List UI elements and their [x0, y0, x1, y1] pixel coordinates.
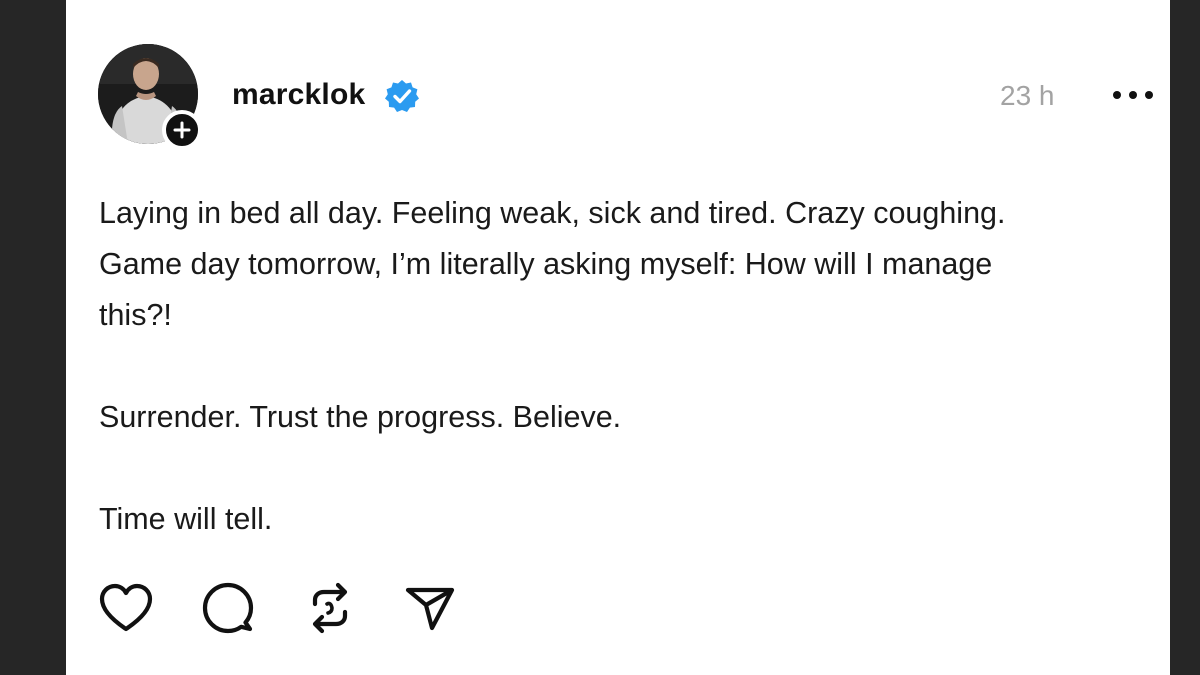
more-horizontal-icon [1113, 91, 1153, 99]
post-text-line: Game day tomorrow, I’m literally asking … [99, 247, 993, 281]
username[interactable]: marcklok [232, 76, 365, 114]
avatar-container[interactable] [98, 44, 202, 150]
like-button[interactable] [98, 580, 154, 636]
follow-button[interactable] [162, 110, 202, 150]
post-text-line: Time will tell. [99, 502, 273, 536]
post-text-line: Surrender. Trust the progress. Believe. [99, 400, 622, 434]
post-text-line: Laying in bed all day. Feeling weak, sic… [99, 196, 1006, 230]
post-text: Laying in bed all day. Feeling weak, sic… [99, 188, 1119, 545]
heart-icon [99, 583, 153, 632]
send-icon [405, 587, 455, 631]
post-text-line: this?! [99, 298, 172, 332]
post-timestamp: 23 h [1000, 80, 1055, 111]
repost-button[interactable] [302, 580, 358, 636]
post-header: marcklok 23 h [98, 44, 1153, 154]
share-button[interactable] [402, 580, 458, 636]
more-options-button[interactable] [1108, 80, 1158, 110]
post-actions [98, 580, 498, 636]
verified-badge-icon [385, 80, 419, 112]
plus-icon [173, 121, 191, 139]
screen: marcklok 23 h Laying in bed all day. Fee… [0, 0, 1200, 675]
comment-button[interactable] [200, 580, 256, 636]
comment-bubble-icon [202, 582, 254, 634]
repost-icon [312, 582, 348, 634]
post-card: marcklok 23 h Laying in bed all day. Fee… [66, 0, 1170, 675]
